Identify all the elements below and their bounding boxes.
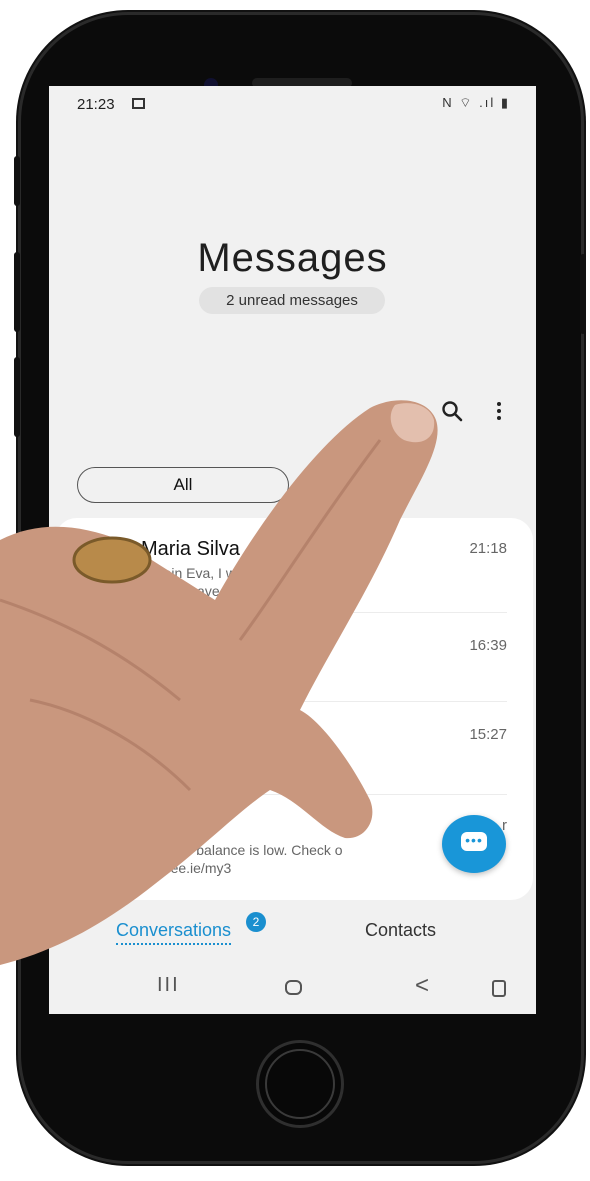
volume-up-button (14, 252, 20, 332)
avatar (83, 538, 129, 584)
home-button-ring (265, 1049, 335, 1119)
power-button (580, 254, 586, 334)
contact-name: Maria Silva (141, 538, 240, 560)
unread-badge: 2 unread messages (199, 287, 385, 314)
tab-contacts[interactable]: Contacts (365, 920, 436, 941)
filter-all-chip[interactable]: All (77, 467, 289, 503)
status-time: 21:23 (77, 96, 115, 113)
home-button[interactable] (256, 1040, 344, 1128)
message-snippet: under the table. my bike. I am fre... (141, 749, 257, 783)
list-item[interactable]: 15:27 under the table. my bike. I am fre… (55, 702, 533, 794)
system-navbar: III < (49, 966, 536, 1014)
message-time: 16:39 (469, 637, 507, 654)
message-snippet: ward to it. (141, 660, 202, 676)
recents-icon[interactable]: III (157, 974, 180, 997)
status-icons: N ⌔ .ıl ▮ (442, 95, 510, 110)
message-snippet: i again Eva, I wa uld you like to on Sa … (141, 565, 334, 599)
message-time: 21:18 (469, 540, 507, 557)
back-icon[interactable]: < (415, 972, 429, 1000)
keyboard-toggle-icon[interactable] (492, 980, 506, 997)
chat-icon: ••• (461, 832, 487, 851)
list-item[interactable]: 16:39 ward to it. (55, 613, 533, 701)
compose-button[interactable]: ••• (442, 815, 506, 873)
silent-switch (14, 156, 20, 206)
conversations-count-badge: 2 (246, 912, 266, 932)
more-vert-icon[interactable] (495, 400, 503, 428)
list-item[interactable]: Maria Silva 21:18 i again Eva, I wa uld … (55, 518, 533, 612)
image-notification-icon (132, 98, 145, 109)
search-icon[interactable] (441, 400, 463, 428)
page-title: Messages (197, 236, 388, 280)
status-bar: 21:23 N ⌔ .ıl ▮ (49, 86, 536, 122)
phone-screen: 21:23 N ⌔ .ıl ▮ Messages 2 unread messag… (49, 86, 536, 1014)
home-icon[interactable] (285, 980, 302, 995)
volume-down-button (14, 357, 20, 437)
filter-category-chip[interactable]: gory (367, 476, 400, 496)
tab-conversations[interactable]: Conversations (116, 920, 232, 945)
message-time: 15:27 (469, 726, 507, 743)
